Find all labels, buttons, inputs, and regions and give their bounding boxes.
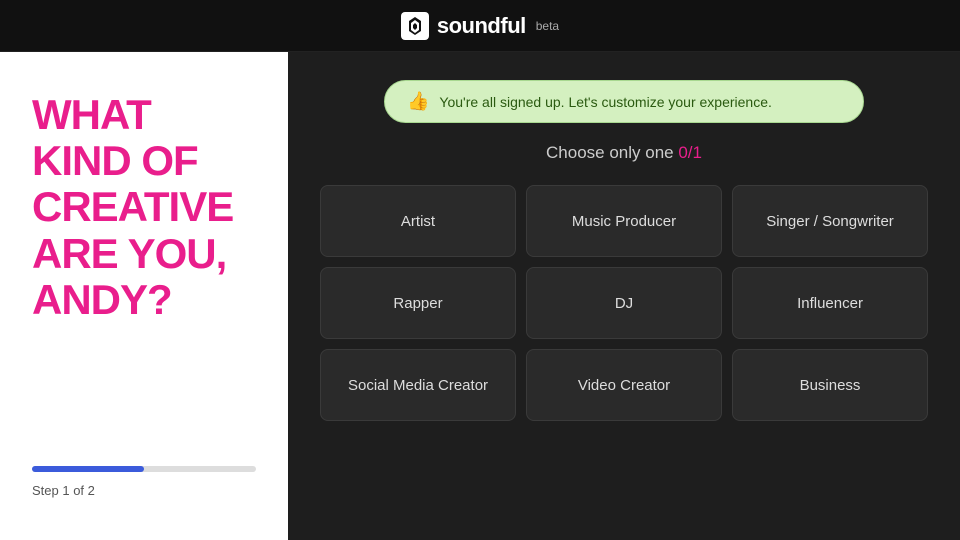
progress-bar-container	[32, 466, 256, 472]
option-label-influencer: Influencer	[797, 295, 863, 312]
left-panel: WHAT KIND OF CREATIVE ARE YOU, ANDY? Ste…	[0, 52, 288, 540]
count-badge: 0/1	[678, 143, 702, 162]
option-card-singer-songwriter[interactable]: Singer / Songwriter	[732, 185, 928, 257]
beta-badge: beta	[536, 19, 559, 33]
option-card-influencer[interactable]: Influencer	[732, 267, 928, 339]
options-grid: Artist Music Producer Singer / Songwriter R…	[320, 185, 928, 421]
option-card-music-producer[interactable]: Music Producer	[526, 185, 722, 257]
step-section: Step 1 of 2	[32, 466, 256, 500]
logo-text: soundful	[437, 13, 526, 39]
page-title: WHAT KIND OF CREATIVE ARE YOU, ANDY?	[32, 92, 256, 323]
header: soundful beta	[0, 0, 960, 52]
main-layout: WHAT KIND OF CREATIVE ARE YOU, ANDY? Ste…	[0, 52, 960, 540]
notification-banner: 👍 You're all signed up. Let's customize …	[384, 80, 864, 123]
option-label-video-creator: Video Creator	[578, 377, 670, 394]
option-label-dj: DJ	[615, 295, 633, 312]
option-card-business[interactable]: Business	[732, 349, 928, 421]
choose-label: Choose only one 0/1	[546, 143, 702, 163]
thumbs-up-icon: 👍	[407, 91, 429, 112]
option-label-social-media-creator: Social Media Creator	[348, 377, 488, 394]
option-label-rapper: Rapper	[393, 295, 442, 312]
option-label-artist: Artist	[401, 213, 435, 230]
logo: soundful beta	[401, 12, 559, 40]
soundful-logo-icon	[401, 12, 429, 40]
step-label: Step 1 of 2	[32, 483, 95, 498]
right-panel: 👍 You're all signed up. Let's customize …	[288, 52, 960, 540]
option-label-music-producer: Music Producer	[572, 213, 676, 230]
option-card-artist[interactable]: Artist	[320, 185, 516, 257]
progress-bar-fill	[32, 466, 144, 472]
option-label-business: Business	[800, 377, 861, 394]
option-card-rapper[interactable]: Rapper	[320, 267, 516, 339]
option-label-singer-songwriter: Singer / Songwriter	[766, 213, 894, 230]
notification-text: You're all signed up. Let's customize yo…	[439, 94, 771, 110]
option-card-dj[interactable]: DJ	[526, 267, 722, 339]
option-card-social-media-creator[interactable]: Social Media Creator	[320, 349, 516, 421]
option-card-video-creator[interactable]: Video Creator	[526, 349, 722, 421]
